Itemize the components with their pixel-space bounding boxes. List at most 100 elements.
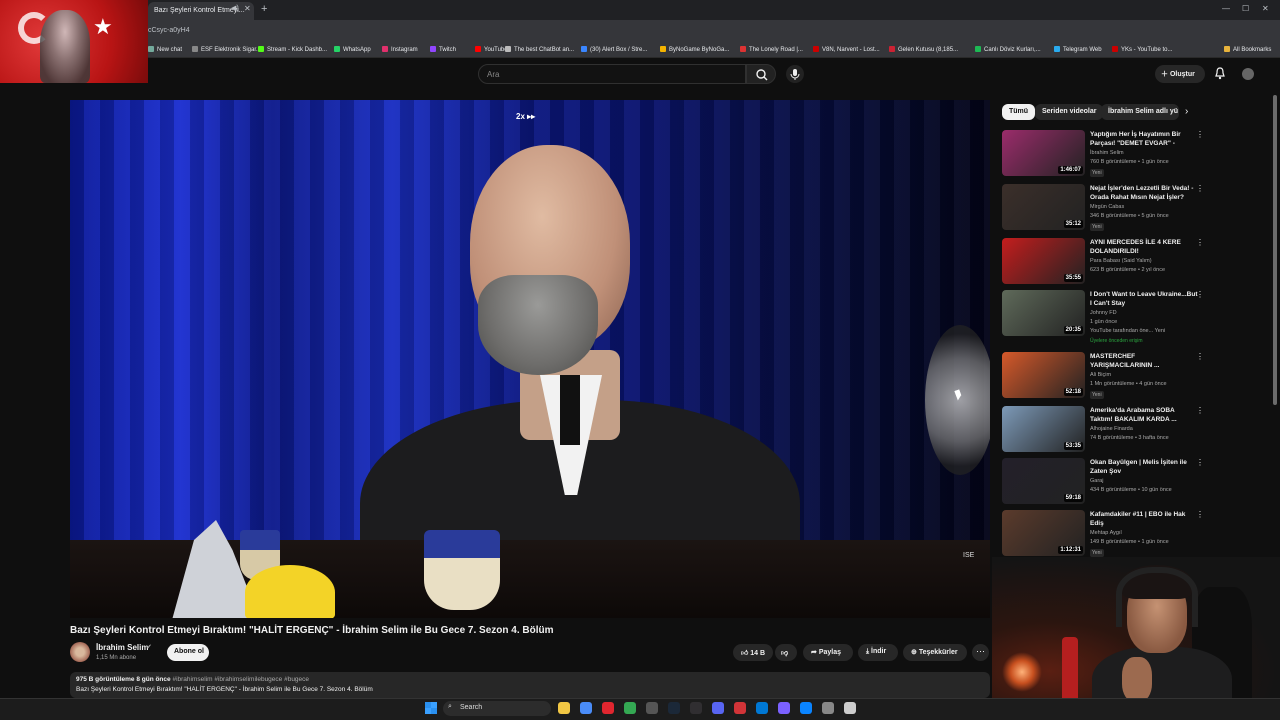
recommended-title[interactable]: Yaptığım Her İş Hayatımın Bir Parçası! "… <box>1090 130 1198 148</box>
notes-icon[interactable] <box>844 702 856 714</box>
recommended-video[interactable]: 20:35 I Don't Want to Leave Ukraine...But… <box>1002 290 1204 344</box>
bookmark-item[interactable]: Gelen Kutusu (8,185... <box>889 46 958 53</box>
more-actions-button[interactable]: ⋯ <box>972 644 989 661</box>
recommended-title[interactable]: MASTERCHEF YARIŞMACILARININ ... <box>1090 352 1198 370</box>
bookmark-item[interactable]: Telegram Web <box>1054 46 1102 53</box>
video-menu-icon[interactable]: ⋮ <box>1196 352 1204 361</box>
recommended-video[interactable]: 35:55 AYNI MERCEDES İLE 4 KERE DOLANDIRIL… <box>1002 238 1204 288</box>
app-icon[interactable] <box>778 702 790 714</box>
address-bar[interactable] <box>0 20 1280 42</box>
video-thumbnail[interactable]: 35:55 <box>1002 238 1085 284</box>
recommended-channel[interactable]: Mehtap Aygıl <box>1090 530 1122 536</box>
recommended-video[interactable]: 1:46:07 Yaptığım Her İş Hayatımın Bir Par… <box>1002 130 1204 180</box>
video-menu-icon[interactable]: ⋮ <box>1196 238 1204 247</box>
bookmark-item[interactable]: (30) Alert Box / Stre... <box>581 46 647 53</box>
bookmark-item[interactable]: ByNoGame ByNoGa... <box>660 46 729 53</box>
bookmark-item[interactable]: New chat <box>148 46 182 53</box>
close-window-icon[interactable]: ✕ <box>1262 4 1269 13</box>
vpn-icon[interactable] <box>756 702 768 714</box>
subscribe-button[interactable]: Abone ol <box>167 644 209 661</box>
recommended-title[interactable]: AYNI MERCEDES İLE 4 KERE DOLANDIRILDI! <box>1090 238 1198 256</box>
recommended-channel[interactable]: Alhojaine Finarda <box>1090 426 1133 432</box>
channel-name[interactable]: İbrahim Selim <box>96 643 148 652</box>
video-thumbnail[interactable]: 1:46:07 <box>1002 130 1085 176</box>
recommended-title[interactable]: I Don't Want to Leave Ukraine...But I Ca… <box>1090 290 1198 308</box>
like-button[interactable]: 👍︎ 14 B <box>733 644 773 661</box>
opera-icon[interactable] <box>602 702 614 714</box>
discord-icon[interactable] <box>712 702 724 714</box>
search-input[interactable]: Ara <box>478 64 746 84</box>
tab-close-icon[interactable]: ✕ <box>244 4 251 13</box>
bookmark-item[interactable]: The Lonely Road |... <box>740 46 803 53</box>
minimize-icon[interactable]: — <box>1222 4 1230 13</box>
obs-icon[interactable] <box>690 702 702 714</box>
bookmark-item[interactable]: WhatsApp <box>334 46 371 53</box>
chip-channel[interactable]: İbrahim Selim adlı yü <box>1101 104 1179 120</box>
recommended-channel[interactable]: Garaj <box>1090 478 1103 484</box>
video-menu-icon[interactable]: ⋮ <box>1196 458 1204 467</box>
recommended-video[interactable]: 53:35 Amerika'da Arabama SOBA Taktım! BAK… <box>1002 406 1204 456</box>
video-thumbnail[interactable]: 20:35 <box>1002 290 1085 336</box>
video-thumbnail[interactable]: 59:18 <box>1002 458 1085 504</box>
video-thumbnail[interactable]: 53:35 <box>1002 406 1085 452</box>
calendar-icon[interactable] <box>734 702 746 714</box>
chrome-icon[interactable] <box>624 702 636 714</box>
download-button[interactable]: ⤓ İndir <box>858 644 898 661</box>
store-icon[interactable] <box>580 702 592 714</box>
recommended-video[interactable]: 59:18 Okan Bayülgen | Melis İşiten ile Za… <box>1002 458 1204 508</box>
recommended-channel[interactable]: Para Babası (Said Yalım) <box>1090 258 1152 264</box>
bookmark-item[interactable]: Stream - Kick Dashb... <box>258 46 327 53</box>
share-button[interactable]: ➦ Paylaş <box>803 644 853 661</box>
recommended-channel[interactable]: İbrahim Selim <box>1090 150 1124 156</box>
video-menu-icon[interactable]: ⋮ <box>1196 406 1204 415</box>
account-avatar[interactable] <box>1242 68 1254 80</box>
maximize-icon[interactable]: ☐ <box>1242 4 1249 13</box>
search-button[interactable] <box>746 64 776 84</box>
video-player[interactable]: 2x ▸▸ ISE <box>70 100 990 618</box>
recommended-channel[interactable]: Ali Biçim <box>1090 372 1111 378</box>
create-button[interactable]: ＋ Oluştur <box>1155 65 1205 83</box>
recommended-title[interactable]: Amerika'da Arabama SOBA Taktım! BAKALIM … <box>1090 406 1198 424</box>
bookmark-item[interactable]: The best ChatBot an... <box>505 46 574 53</box>
steam-icon[interactable] <box>668 702 680 714</box>
hashtags[interactable]: #ibrahimselim #ibrahimselimilebugece #bu… <box>172 676 309 683</box>
recommended-video[interactable]: 1:12:31 Kafamdakiler #11 | EBO ile Hak Ed… <box>1002 510 1204 560</box>
bookmark-item[interactable]: ESF Elektronik Sigar... <box>192 46 261 53</box>
bookmark-item[interactable]: Canlı Döviz Kurları,... <box>975 46 1041 53</box>
channel-avatar[interactable] <box>70 642 90 662</box>
recommended-title[interactable]: Kafamdakiler #11 | EBO ile Hak Ediş <box>1090 510 1198 528</box>
file-explorer-icon[interactable] <box>558 702 570 714</box>
all-bookmarks[interactable]: All Bookmarks <box>1224 46 1271 53</box>
chip-series-videos[interactable]: Seriden videolar <box>1035 104 1104 120</box>
thanks-button[interactable]: ⊕ Teşekkürler <box>903 644 967 661</box>
recommended-title[interactable]: Nejat İşler'den Lezzetli Bir Veda! - Ora… <box>1090 184 1198 202</box>
bookmark-item[interactable]: YouTube <box>475 46 508 53</box>
tab-audio-icon[interactable]: ◀) <box>231 4 239 12</box>
channel-watermark[interactable]: ISE <box>963 552 974 559</box>
video-menu-icon[interactable]: ⋮ <box>1196 510 1204 519</box>
recommended-channel[interactable]: Johnny FD <box>1090 310 1117 316</box>
video-menu-icon[interactable]: ⋮ <box>1196 184 1204 193</box>
recommended-video[interactable]: 35:12 Nejat İşler'den Lezzetli Bir Veda! … <box>1002 184 1204 234</box>
voice-search-button[interactable] <box>786 65 804 83</box>
new-tab-button[interactable]: + <box>261 3 267 15</box>
photos-icon[interactable] <box>800 702 812 714</box>
notifications-button[interactable] <box>1214 67 1226 85</box>
scrollbar[interactable] <box>1273 95 1277 405</box>
chip-all[interactable]: Tümü <box>1002 104 1036 120</box>
recommended-channel[interactable]: Mirgün Cabas <box>1090 204 1124 210</box>
taskbar-search[interactable]: ⌕ Search <box>443 701 551 716</box>
bookmark-item[interactable]: Instagram <box>382 46 418 53</box>
video-thumbnail[interactable]: 35:12 <box>1002 184 1085 230</box>
chevron-right-icon[interactable]: › <box>1185 106 1188 117</box>
recommended-title[interactable]: Okan Bayülgen | Melis İşiten ile Zaten Ş… <box>1090 458 1198 476</box>
video-menu-icon[interactable]: ⋮ <box>1196 290 1204 299</box>
video-menu-icon[interactable]: ⋮ <box>1196 130 1204 139</box>
misc-icon[interactable] <box>822 702 834 714</box>
bookmark-item[interactable]: V8N, Narvent - Lost... <box>813 46 880 53</box>
bookmark-item[interactable]: YKs - YouTube to... <box>1112 46 1172 53</box>
bookmark-item[interactable]: Twitch <box>430 46 456 53</box>
recommended-video[interactable]: 52:18 MASTERCHEF YARIŞMACILARININ ... Ali … <box>1002 352 1204 402</box>
video-thumbnail[interactable]: 52:18 <box>1002 352 1085 398</box>
windows-start-icon[interactable] <box>425 702 437 714</box>
